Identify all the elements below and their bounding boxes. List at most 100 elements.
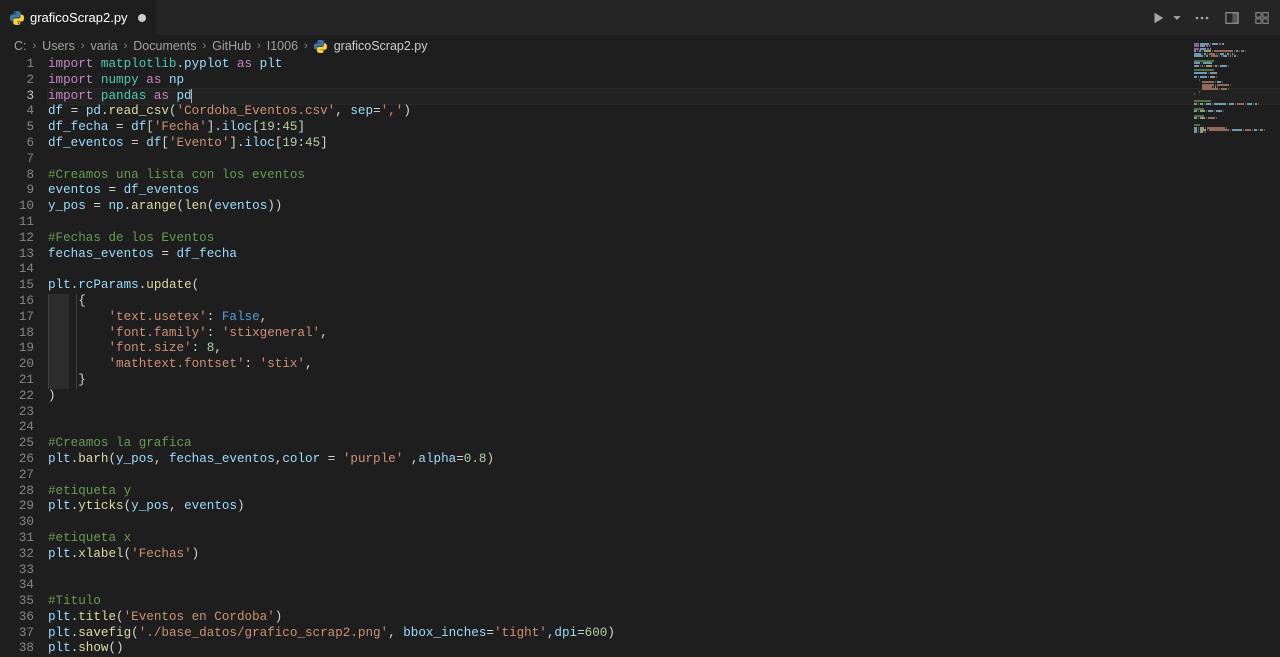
breadcrumb-file[interactable]: graficoScrap2.py — [334, 39, 428, 53]
breadcrumb-segment[interactable]: I1006 — [267, 39, 298, 53]
code-line[interactable]: #Fechas de los Eventos — [48, 231, 1280, 247]
line-number: 20 — [0, 357, 34, 373]
code-line[interactable]: import pandas as pd — [48, 89, 1280, 105]
line-number: 30 — [0, 515, 34, 531]
line-number: 34 — [0, 578, 34, 594]
code-editor[interactable]: 1234567891011121314151617181920212223242… — [0, 57, 1280, 647]
split-right-icon[interactable] — [1222, 8, 1242, 28]
line-number: 23 — [0, 405, 34, 421]
line-number: 22 — [0, 389, 34, 405]
line-number: 36 — [0, 610, 34, 626]
line-number: 21 — [0, 373, 34, 389]
line-number: 11 — [0, 215, 34, 231]
line-number: 9 — [0, 183, 34, 199]
line-number: 25 — [0, 436, 34, 452]
code-line[interactable]: df = pd.read_csv('Cordoba_Eventos.csv', … — [48, 104, 1280, 120]
code-line[interactable]: #Creamos la grafica — [48, 436, 1280, 452]
line-number: 16 — [0, 294, 34, 310]
code-line[interactable] — [48, 152, 1280, 168]
code-line[interactable]: plt.show() — [48, 641, 1280, 657]
chevron-down-icon[interactable] — [1172, 8, 1182, 28]
python-icon — [314, 39, 328, 53]
line-number: 26 — [0, 452, 34, 468]
line-number: 32 — [0, 547, 34, 563]
line-number: 15 — [0, 278, 34, 294]
run-icon[interactable] — [1148, 8, 1168, 28]
code-line[interactable] — [48, 420, 1280, 436]
line-number: 3 — [0, 89, 34, 105]
code-line[interactable]: 'mathtext.fontset': 'stix', — [48, 357, 1280, 373]
line-number: 37 — [0, 626, 34, 642]
breadcrumb-segment[interactable]: varia — [91, 39, 118, 53]
line-number: 5 — [0, 120, 34, 136]
chevron-right-icon: › — [31, 40, 39, 52]
chevron-right-icon: › — [255, 40, 263, 52]
code-line[interactable]: eventos = df_eventos — [48, 183, 1280, 199]
breadcrumb-segment[interactable]: GitHub — [212, 39, 251, 53]
code-line[interactable] — [48, 262, 1280, 278]
code-line[interactable]: 'font.family': 'stixgeneral', — [48, 326, 1280, 342]
text-cursor — [191, 89, 192, 103]
breadcrumb-segment[interactable]: Users — [42, 39, 75, 53]
code-line[interactable]: #Creamos una lista con los eventos — [48, 168, 1280, 184]
code-line[interactable]: } — [48, 373, 1280, 389]
line-number: 6 — [0, 136, 34, 152]
code-line[interactable] — [48, 215, 1280, 231]
line-number: 18 — [0, 326, 34, 342]
line-number: 29 — [0, 499, 34, 515]
code-line[interactable]: import matplotlib.pyplot as plt — [48, 57, 1280, 73]
line-number: 17 — [0, 310, 34, 326]
line-number: 35 — [0, 594, 34, 610]
editor-actions — [1148, 8, 1280, 28]
code-line[interactable]: ) — [48, 389, 1280, 405]
code-line[interactable]: #etiqueta x — [48, 531, 1280, 547]
code-line[interactable] — [48, 405, 1280, 421]
code-line[interactable] — [48, 578, 1280, 594]
code-line[interactable]: #etiqueta y — [48, 484, 1280, 500]
line-number: 13 — [0, 247, 34, 263]
line-number: 10 — [0, 199, 34, 215]
code-line[interactable] — [48, 515, 1280, 531]
chevron-right-icon: › — [302, 40, 310, 52]
breadcrumb-segment[interactable]: Documents — [133, 39, 196, 53]
line-number: 31 — [0, 531, 34, 547]
chevron-right-icon: › — [201, 40, 209, 52]
code-line[interactable]: import numpy as np — [48, 73, 1280, 89]
line-number: 14 — [0, 262, 34, 278]
code-line[interactable]: df_fecha = df['Fecha'].iloc[19:45] — [48, 120, 1280, 136]
overflow-icon[interactable] — [1252, 8, 1272, 28]
code-line[interactable]: plt.rcParams.update( — [48, 278, 1280, 294]
tab-active[interactable]: graficoScrap2.py — [0, 0, 157, 35]
chevron-right-icon: › — [79, 40, 87, 52]
line-number-gutter: 1234567891011121314151617181920212223242… — [0, 57, 48, 647]
line-number: 4 — [0, 104, 34, 120]
code-line[interactable]: 'text.usetex': False, — [48, 310, 1280, 326]
line-number: 12 — [0, 231, 34, 247]
breadcrumb-segment[interactable]: C: — [14, 39, 27, 53]
code-line[interactable]: plt.savefig('./base_datos/grafico_scrap2… — [48, 626, 1280, 642]
code-line[interactable]: 'font.size': 8, — [48, 341, 1280, 357]
more-icon[interactable] — [1192, 8, 1212, 28]
line-number: 2 — [0, 73, 34, 89]
code-area[interactable]: import matplotlib.pyplot as pltimport nu… — [48, 57, 1280, 647]
code-line[interactable]: { — [48, 294, 1280, 310]
python-icon — [10, 11, 24, 25]
line-number: 1 — [0, 57, 34, 73]
code-line[interactable]: plt.xlabel('Fechas') — [48, 547, 1280, 563]
code-line[interactable]: plt.title('Eventos en Cordoba') — [48, 610, 1280, 626]
code-line[interactable]: #Titulo — [48, 594, 1280, 610]
chevron-right-icon: › — [122, 40, 130, 52]
line-number: 28 — [0, 484, 34, 500]
line-number: 33 — [0, 563, 34, 579]
code-line[interactable]: df_eventos = df['Evento'].iloc[19:45] — [48, 136, 1280, 152]
code-line[interactable]: fechas_eventos = df_fecha — [48, 247, 1280, 263]
code-line[interactable]: plt.yticks(y_pos, eventos) — [48, 499, 1280, 515]
code-line[interactable] — [48, 468, 1280, 484]
code-line[interactable] — [48, 563, 1280, 579]
tab-bar: graficoScrap2.py — [0, 0, 1280, 35]
dirty-indicator-icon — [138, 14, 146, 22]
breadcrumb: C:› Users› varia› Documents› GitHub› I10… — [0, 35, 1280, 57]
code-line[interactable]: y_pos = np.arange(len(eventos)) — [48, 199, 1280, 215]
code-line[interactable]: plt.barh(y_pos, fechas_eventos,color = '… — [48, 452, 1280, 468]
line-number: 27 — [0, 468, 34, 484]
